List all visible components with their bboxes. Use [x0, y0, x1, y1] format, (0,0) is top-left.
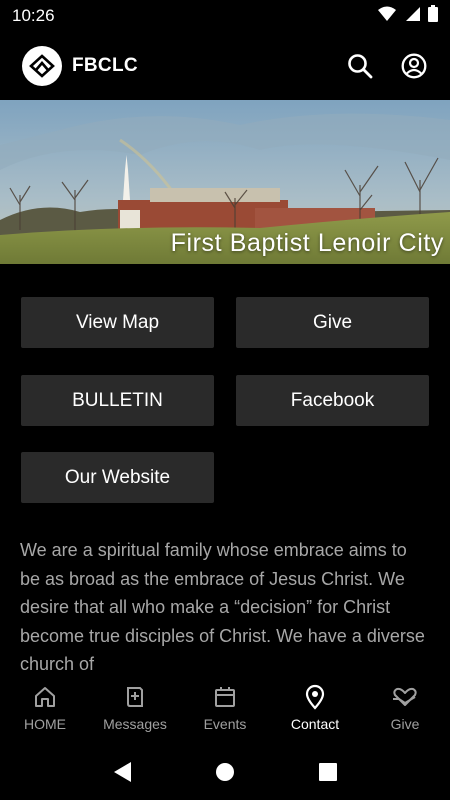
cell-signal-icon: [404, 6, 420, 27]
home-circle-icon: [215, 763, 234, 781]
nav-label-home: HOME: [24, 716, 66, 732]
facebook-button[interactable]: Facebook: [236, 375, 429, 426]
app-title: FBCLC: [72, 55, 138, 76]
account-circle-icon: [401, 53, 427, 79]
nav-label-messages: Messages: [103, 716, 167, 732]
nav-item-home[interactable]: HOME: [0, 674, 90, 744]
banner-caption: First Baptist Lenoir City: [170, 229, 444, 257]
account-button[interactable]: [400, 52, 428, 80]
home-system-button[interactable]: [205, 752, 245, 792]
bulletin-button[interactable]: BULLETIN: [21, 375, 214, 426]
church-description: We are a spiritual family whose embrace …: [20, 540, 425, 674]
recents-button[interactable]: [308, 752, 348, 792]
nav-label-events: Events: [203, 716, 247, 732]
status-bar: 10:26: [0, 0, 450, 32]
our-website-button[interactable]: Our Website: [21, 452, 214, 503]
back-button[interactable]: [102, 752, 142, 792]
recents-square-icon: [319, 763, 338, 781]
heart-hand-icon: [391, 683, 419, 711]
location-pin-icon: [303, 683, 327, 711]
nav-item-give[interactable]: Give: [360, 674, 450, 744]
nav-item-contact[interactable]: Contact: [270, 674, 360, 744]
bottom-navigation: HOME Messages Events Contact Give: [0, 674, 450, 744]
nav-label-contact: Contact: [290, 716, 340, 732]
calendar-icon: [213, 683, 237, 711]
search-button[interactable]: [346, 52, 374, 80]
battery-icon: [428, 5, 438, 27]
nav-item-events[interactable]: Events: [180, 674, 270, 744]
nav-label-give: Give: [390, 716, 420, 732]
church-logo-icon: [22, 46, 62, 86]
status-time: 10:26: [12, 6, 55, 25]
church-banner-image: First Baptist Lenoir City: [0, 100, 450, 264]
nav-item-messages[interactable]: Messages: [90, 674, 180, 744]
back-triangle-icon: [113, 762, 131, 782]
view-map-button[interactable]: View Map: [21, 297, 214, 348]
app-bar: FBCLC: [0, 32, 450, 100]
give-button[interactable]: Give: [236, 297, 429, 348]
book-plus-icon: [123, 683, 147, 711]
wifi-icon: [378, 6, 396, 27]
search-icon: [348, 54, 373, 79]
home-icon: [33, 683, 57, 711]
system-navigation-bar: [0, 744, 450, 800]
status-icons: [378, 5, 438, 27]
